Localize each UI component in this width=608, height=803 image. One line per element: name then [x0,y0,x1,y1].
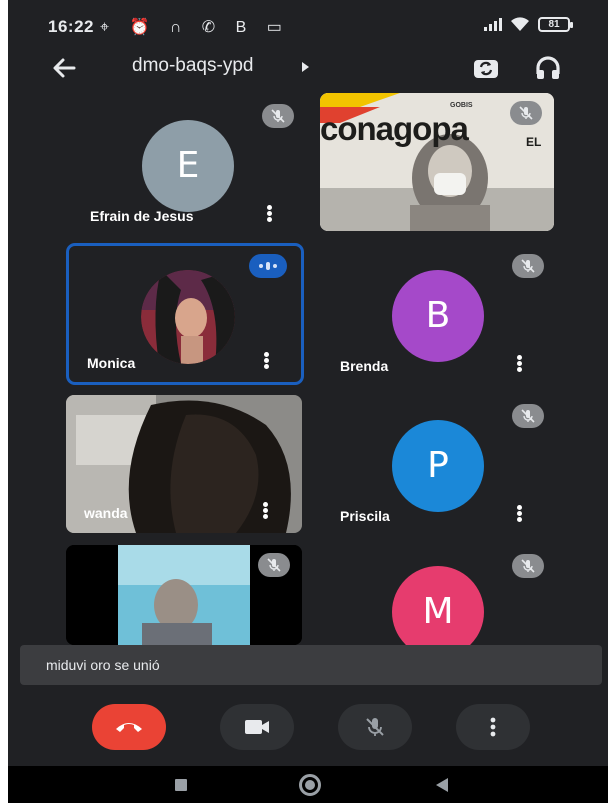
avatar: P [392,420,484,512]
phone-hangup-icon [116,723,142,732]
muted-mic-icon [510,101,542,125]
participant-name: Monica [87,355,136,371]
muted-mic-icon [258,553,290,577]
cellular-signal-icon [484,17,502,31]
camera-toggle-button[interactable] [220,704,294,750]
status-time: 16:22 [48,17,94,36]
participant-name: Priscila [340,508,390,524]
back-arrow-icon[interactable] [48,52,80,84]
more-vertical-icon[interactable] [514,504,524,524]
top-bar: dmo-baqs-ypd [8,46,608,90]
status-bar: 16:22 ⌖ ⏰ ∩ ✆ Β ▭ 81 [8,0,608,46]
more-vertical-icon[interactable] [264,204,274,224]
participant-tile[interactable]: M [320,546,556,645]
meeting-code[interactable]: dmo-baqs-ypd [132,55,253,77]
headphones-icon[interactable] [532,52,564,84]
battery-level: 81 [548,18,560,30]
participant-video-tile[interactable] [66,545,302,645]
switch-camera-icon[interactable] [470,52,502,84]
muted-mic-icon [512,254,544,278]
notification-icons: ⌖ ⏰ ∩ ✆ Β ▭ [100,19,290,36]
audio-level-icon [249,254,287,278]
join-notification: miduvi oro se unió [20,645,602,685]
home-icon[interactable] [299,774,321,796]
recents-icon[interactable] [175,779,187,791]
microphone-toggle-button[interactable] [338,704,412,750]
video-banner-header: GOBIS [450,102,473,109]
muted-mic-icon [262,104,294,128]
avatar: M [392,566,484,645]
more-options-button[interactable] [456,704,530,750]
more-vertical-icon[interactable] [260,501,270,521]
muted-mic-icon [512,404,544,428]
participant-tile[interactable]: P Priscila [320,396,556,536]
chevron-right-icon[interactable] [302,62,309,72]
video-banner-text: conagopa [320,110,469,147]
video-banner-subtext: EL [526,135,542,149]
participant-video-tile[interactable]: GOBIS conagopa EL [320,93,554,231]
active-speaker-tile[interactable]: Monica [66,243,304,385]
participant-name: Efrain de Jesus [90,208,194,224]
back-triangle-icon[interactable] [436,778,448,792]
avatar: B [392,270,484,362]
mic-off-icon [366,718,384,736]
wifi-icon [511,17,529,31]
participant-video-tile[interactable]: wanda [66,395,302,533]
more-vertical-icon[interactable] [261,351,271,371]
participant-name: wanda [84,505,128,521]
participant-name: Brenda [340,358,389,374]
video-camera-icon [245,720,269,734]
more-vertical-icon [490,717,496,737]
meet-screen: 16:22 ⌖ ⏰ ∩ ✆ Β ▭ 81 dmo-baqs-ypd E Efra… [8,0,608,803]
battery-icon: 81 [538,16,573,32]
system-navigation-bar [8,766,608,803]
avatar [141,270,235,364]
join-notification-text: miduvi oro se unió [46,657,160,673]
avatar: E [142,120,234,212]
participant-tile[interactable]: B Brenda [320,246,556,386]
muted-mic-icon [512,554,544,578]
status-right: 81 [484,16,573,32]
more-vertical-icon[interactable] [514,354,524,374]
participant-tile[interactable]: E Efrain de Jesus [70,96,306,236]
end-call-button[interactable] [92,704,166,750]
